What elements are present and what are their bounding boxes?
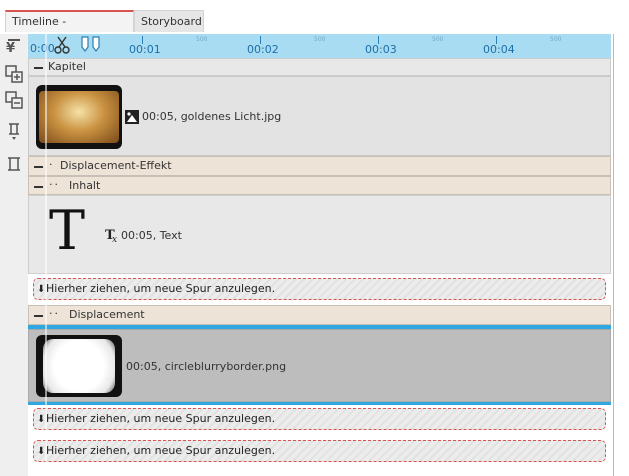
section-label: Displacement — [69, 308, 145, 321]
add-track-icon[interactable] — [4, 64, 24, 84]
section-label: Displacement-Effekt — [60, 159, 172, 172]
svg-text:x: x — [112, 235, 117, 243]
timeline-toolbar: ¥ — [0, 34, 29, 476]
collapse-icon[interactable] — [4, 154, 24, 174]
track-image[interactable]: 00:05, goldenes Licht.jpg — [28, 76, 611, 156]
selection-bar-bottom — [28, 402, 611, 405]
clip-thumbnail[interactable] — [36, 85, 122, 149]
ruler-minor-label: 500 — [196, 36, 208, 43]
tab-bar: Timeline - Spuransicht Storyboard — [0, 0, 629, 48]
drop-zone-label: Hierher ziehen, um neue Spur anzulegen. — [46, 444, 276, 457]
drop-zone-label: Hierher ziehen, um neue Spur anzulegen. — [46, 412, 276, 425]
clip-info: 00:05, Text — [121, 229, 182, 242]
section-inhalt[interactable]: ·· Inhalt — [28, 176, 611, 195]
drop-zone-new-track[interactable]: ⬇Hierher ziehen, um neue Spur anzulegen. — [33, 408, 606, 430]
scissors-icon[interactable] — [54, 35, 70, 55]
text-clip-preview[interactable]: T — [49, 198, 85, 264]
svg-text:¥: ¥ — [6, 41, 15, 56]
ruler-minor-label: 500 — [550, 36, 562, 43]
ruler-label: 00:01 — [129, 43, 161, 56]
ruler-label: 00:02 — [247, 43, 279, 56]
drop-zone-new-track[interactable]: ⬇Hierher ziehen, um neue Spur anzulegen. — [33, 440, 606, 462]
timeline-window: Timeline - Spuransicht Storyboard ¥ — [0, 0, 629, 476]
ruler-minor-label: 500 — [432, 36, 444, 43]
marker-handles-icon[interactable] — [80, 35, 102, 53]
drop-zone-new-track[interactable]: ⬇Hierher ziehen, um neue Spur anzulegen. — [33, 278, 606, 300]
clip-info: 00:05, circleblurryborder.png — [126, 360, 287, 373]
clip-thumbnail[interactable] — [36, 335, 122, 397]
track-image-selected[interactable]: 00:05, circleblurryborder.png — [28, 329, 611, 402]
image-icon — [125, 110, 139, 124]
remove-track-icon[interactable] — [4, 90, 24, 110]
section-label: Inhalt — [69, 179, 101, 192]
playhead-line[interactable] — [45, 34, 47, 474]
tab-timeline-spuransicht[interactable]: Timeline - Spuransicht — [5, 10, 134, 48]
expand-icon[interactable] — [4, 120, 24, 140]
drop-zone-label: Hierher ziehen, um neue Spur anzulegen. — [46, 282, 276, 295]
playhead-time: 0:00 — [30, 42, 55, 55]
section-label: Kapitel — [48, 60, 86, 73]
section-kapitel[interactable]: Kapitel — [28, 58, 611, 76]
text-fx-icon: T x — [105, 228, 117, 243]
tab-storyboard[interactable]: Storyboard — [134, 10, 204, 32]
section-displacement-effekt[interactable]: · Displacement-Effekt — [28, 156, 611, 176]
time-ruler[interactable]: 0:00 00:01 00:02 00:03 00:04 500 500 500… — [28, 34, 611, 59]
split-tracks-icon[interactable]: ¥ — [4, 37, 24, 57]
clip-info: 00:05, goldenes Licht.jpg — [142, 110, 282, 123]
track-text[interactable]: T T x 00:05, Text — [28, 195, 611, 274]
ruler-label: 00:03 — [365, 43, 397, 56]
ruler-label: 00:04 — [483, 43, 515, 56]
ruler-minor-label: 500 — [314, 36, 326, 43]
section-displacement[interactable]: ·· Displacement — [28, 305, 611, 325]
